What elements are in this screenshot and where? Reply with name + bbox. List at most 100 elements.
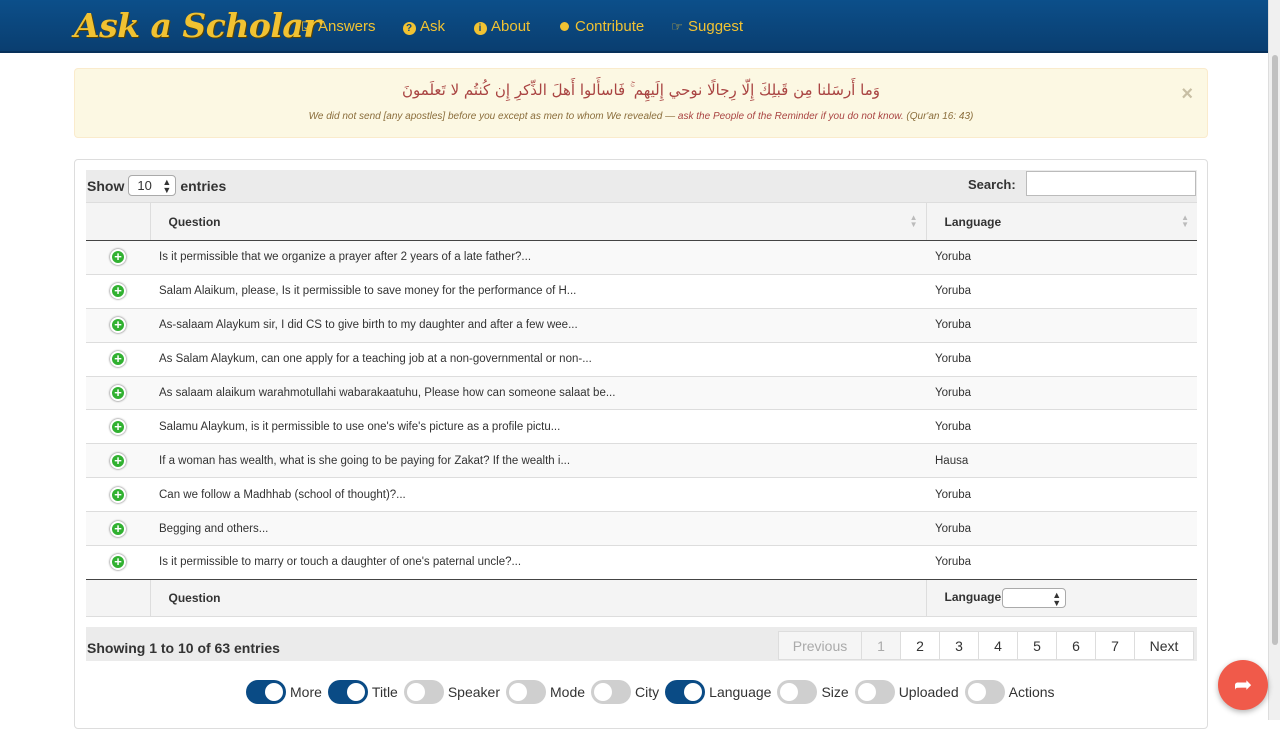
question-cell[interactable]: Can we follow a Madhhab (school of thoug… [150, 477, 926, 512]
question-cell[interactable]: Is it permissible that we organize a pra… [150, 240, 926, 275]
toggle-more[interactable]: More [246, 680, 322, 704]
table-info: Showing 1 to 10 of 63 entries [87, 640, 280, 656]
expand-plus-icon[interactable]: + [110, 452, 126, 469]
page-button-2[interactable]: 2 [900, 631, 940, 660]
entries-select[interactable]: 10 ▲ ▼ [128, 175, 177, 196]
table-row[interactable]: + As salaam alaikum warahmotullahi wabara… [86, 375, 1197, 410]
toggle-switch[interactable] [854, 680, 895, 704]
question-cell[interactable]: Begging and others... [150, 511, 926, 546]
nav-answers[interactable]: ☑ Answers [300, 18, 376, 35]
toggle-switch[interactable] [665, 680, 706, 704]
table-row[interactable]: + Is it permissible to marry or touch a d… [86, 545, 1197, 580]
page-scrollbar[interactable] [1268, 0, 1280, 720]
toggle-switch[interactable] [246, 680, 286, 704]
expand-plus-icon[interactable]: + [110, 351, 126, 368]
table-row[interactable]: + Salam Alaikum, please, Is it permissibl… [86, 273, 1197, 309]
nav-about[interactable]: i About [473, 18, 530, 35]
toggle-actions[interactable]: Actions [964, 680, 1055, 704]
language-column-header[interactable]: Language ▲ ▼ [925, 202, 1197, 241]
pagination: Previous 1 2 3 4 5 6 7 Next [778, 631, 1194, 660]
verse-translation: We did not send [any apostles] before yo… [308, 111, 974, 122]
expand-plus-icon[interactable]: + [110, 385, 126, 401]
expand-plus-icon[interactable]: + [110, 249, 126, 266]
nav-label: About [491, 18, 531, 35]
language-cell: Yoruba [926, 511, 1197, 546]
toggle-language[interactable]: Language [665, 680, 771, 704]
table-row[interactable]: + As Salam Alaykum, can one apply for a t… [86, 341, 1197, 377]
nav-ask[interactable]: ? Ask [402, 18, 445, 35]
toggle-switch[interactable] [506, 680, 546, 704]
page-button-5[interactable]: 5 [1017, 631, 1057, 660]
nav-label: Ask [420, 18, 446, 35]
toggle-city[interactable]: City [591, 680, 659, 704]
expand-plus-icon[interactable]: + [110, 418, 126, 435]
question-column-header[interactable]: Question ▲ ▼ [149, 202, 926, 241]
expand-plus-icon[interactable]: + [110, 520, 126, 537]
table-row[interactable]: + Begging and others... Yoruba [86, 511, 1197, 546]
toggle-switch[interactable] [964, 680, 1005, 704]
toggle-switch[interactable] [777, 680, 818, 704]
nav-label: Contribute [575, 18, 645, 35]
brand-logo[interactable]: Ask a Scholar [74, 6, 321, 45]
control-column-footer [86, 578, 150, 617]
question-cell[interactable]: Is it permissible to marry or touch a da… [150, 545, 926, 580]
language-cell: Yoruba [926, 341, 1197, 377]
table-row[interactable]: + Salamu Alaykum, is it permissible to us… [86, 409, 1197, 444]
table-row[interactable]: + If a woman has wealth, what is she goin… [86, 443, 1197, 478]
language-cell: Yoruba [926, 240, 1197, 275]
page-button-7[interactable]: 7 [1095, 631, 1135, 660]
toggle-switch[interactable] [327, 680, 368, 704]
sort-icon: ▲ ▼ [909, 213, 918, 229]
question-cell[interactable]: If a woman has wealth, what is she going… [150, 443, 926, 478]
toggle-switch[interactable] [591, 680, 632, 704]
share-icon: ➦ [1233, 672, 1253, 697]
thumbs-up-icon: ☞ [671, 18, 683, 34]
chevron-updown-icon: ▲ ▼ [1052, 589, 1062, 608]
next-page-button[interactable]: Next [1134, 631, 1194, 660]
table-row[interactable]: + Is it permissible that we organize a pr… [86, 240, 1197, 275]
language-filter-select[interactable]: ▲ ▼ [1002, 587, 1067, 608]
expand-plus-icon[interactable]: + [110, 283, 126, 300]
expand-plus-icon[interactable]: + [110, 554, 126, 571]
toggle-switch[interactable] [403, 680, 444, 704]
entries-length-control: Show 10 ▲ ▼ entries [87, 175, 227, 196]
quran-verse-alert: وَما أَرسَلنا مِن قَبلِكَ إِلّا رِجالًا … [74, 68, 1208, 138]
nav-suggest[interactable]: ☞ Suggest [670, 18, 743, 35]
toggle-size[interactable]: Size [777, 680, 849, 704]
navbar: Ask a Scholar ☑ Answers ? Ask i About Co… [0, 0, 1268, 53]
expand-plus-icon[interactable]: + [110, 317, 126, 334]
question-cell[interactable]: Salamu Alaykum, is it permissible to use… [150, 409, 926, 444]
question-cell[interactable]: As Salam Alaykum, can one apply for a te… [150, 341, 926, 377]
toggle-mode[interactable]: Mode [506, 680, 585, 704]
page-button-4[interactable]: 4 [978, 631, 1018, 660]
search-label: Search: [968, 177, 1016, 192]
toggle-uploaded[interactable]: Uploaded [854, 680, 959, 704]
chevron-updown-icon: ▲ ▼ [162, 177, 172, 195]
page-button-6[interactable]: 6 [1056, 631, 1096, 660]
share-button[interactable]: ➦ [1218, 660, 1268, 710]
language-cell: Yoruba [926, 409, 1197, 444]
page-button-3[interactable]: 3 [939, 631, 979, 660]
table-row[interactable]: + As-salaam Alaykum sir, I did CS to give… [86, 307, 1197, 343]
scrollbar-thumb[interactable] [1272, 55, 1278, 645]
nav-label: Answers [318, 18, 376, 35]
language-cell: Yoruba [926, 273, 1197, 309]
expand-plus-icon[interactable]: + [110, 486, 126, 503]
question-cell[interactable]: As-salaam Alaykum sir, I did CS to give … [150, 307, 926, 343]
language-cell: Yoruba [926, 477, 1197, 512]
search-input[interactable] [1026, 171, 1196, 196]
user-icon [557, 19, 571, 34]
table-row[interactable]: + Can we follow a Madhhab (school of thou… [86, 477, 1197, 512]
language-column-footer: Language ▲ ▼ [925, 578, 1197, 617]
page-button-1[interactable]: 1 [861, 631, 901, 660]
check-square-icon: ☑ [301, 18, 313, 34]
nav-contribute[interactable]: Contribute [557, 18, 644, 35]
question-cell[interactable]: Salam Alaikum, please, Is it permissible… [150, 273, 926, 309]
close-icon[interactable]: × [1181, 83, 1193, 106]
toggle-speaker[interactable]: Speaker [403, 680, 500, 704]
question-cell[interactable]: As salaam alaikum warahmotullahi wabarak… [150, 375, 926, 410]
toggle-title[interactable]: Title [327, 680, 398, 704]
nav-label: Suggest [688, 18, 744, 35]
previous-page-button[interactable]: Previous [778, 631, 862, 660]
question-column-footer: Question [149, 578, 926, 617]
